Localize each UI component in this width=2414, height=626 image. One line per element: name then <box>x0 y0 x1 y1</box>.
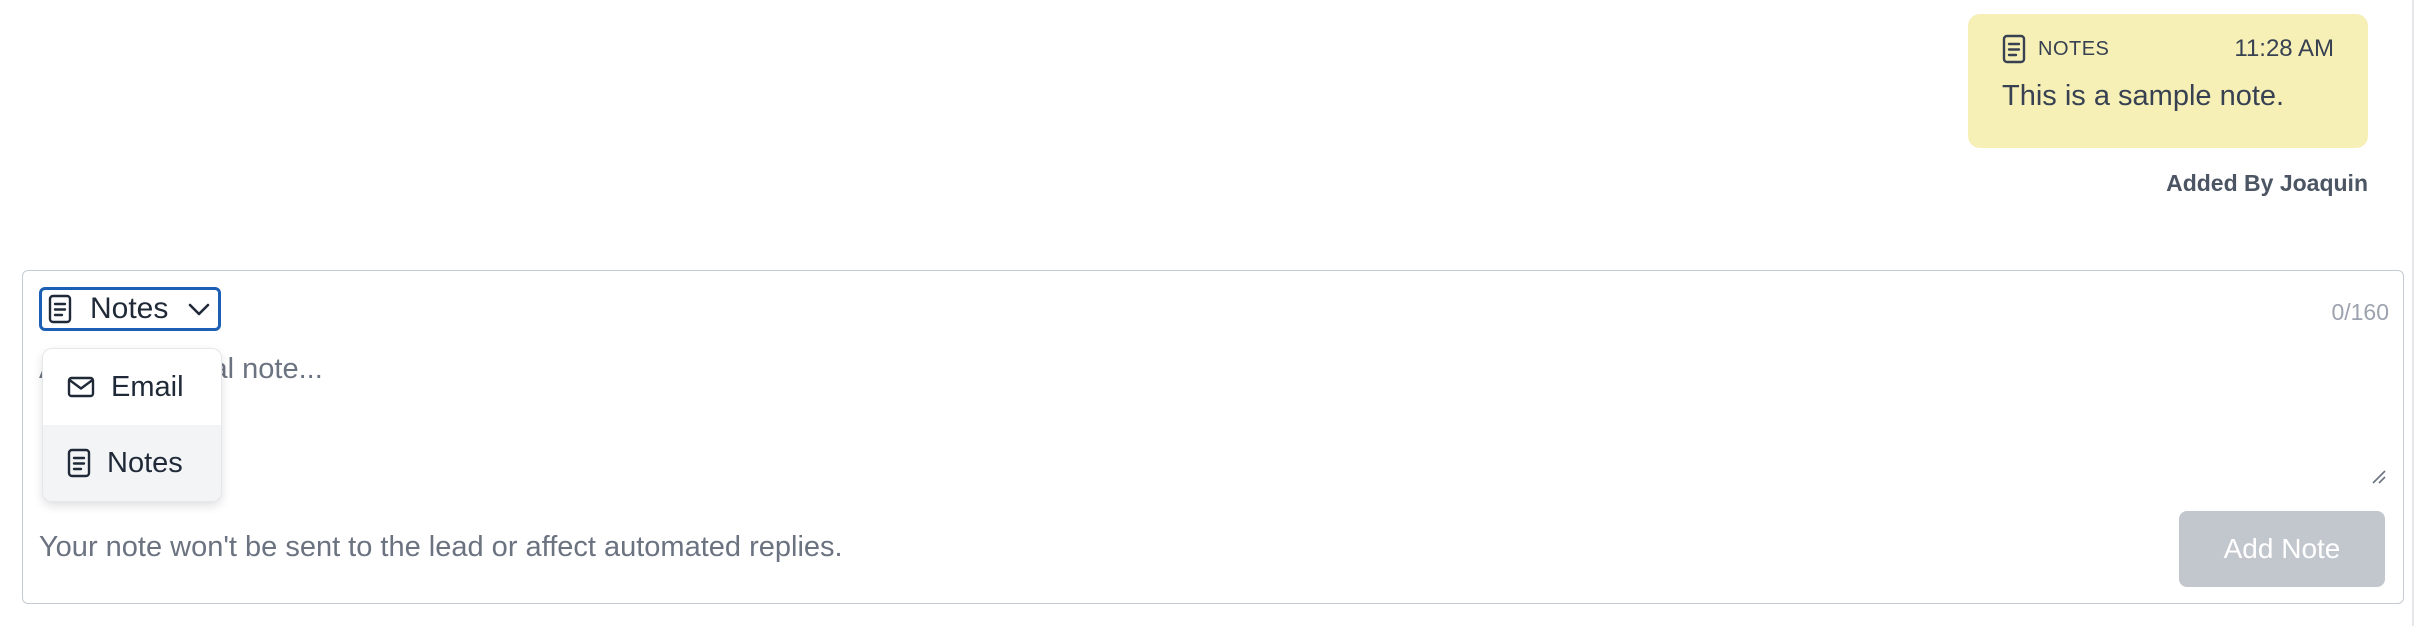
note-tag-label: NOTES <box>2038 37 2110 60</box>
note-tag: NOTES <box>2002 34 2109 64</box>
note-composer: Notes 0/160 Your note won't be sent to t… <box>22 270 2404 604</box>
dropdown-item-label: Email <box>111 370 184 403</box>
dropdown-item-notes[interactable]: Notes <box>43 425 221 501</box>
note-input[interactable] <box>39 353 2379 483</box>
message-type-select-label: Notes <box>90 292 169 325</box>
note-author: Added By Joaquin <box>2166 170 2368 196</box>
chevron-down-icon <box>186 298 212 320</box>
note-bubble: NOTES 11:28 AM This is a sample note. <box>1968 14 2368 148</box>
dropdown-item-email[interactable]: Email <box>43 349 221 425</box>
note-timestamp: 11:28 AM <box>2234 35 2334 62</box>
note-icon <box>67 448 91 478</box>
mail-icon <box>67 376 95 398</box>
note-icon <box>48 294 72 324</box>
character-count: 0/160 <box>2331 299 2389 325</box>
message-type-select[interactable]: Notes <box>39 287 221 331</box>
add-note-button[interactable]: Add Note <box>2179 511 2385 587</box>
dropdown-item-label: Notes <box>107 446 183 479</box>
message-type-dropdown: Email Notes <box>42 348 222 502</box>
helper-text: Your note won't be sent to the lead or a… <box>39 531 843 563</box>
note-icon <box>2002 34 2026 64</box>
note-text: This is a sample note. <box>2002 80 2285 112</box>
resize-handle-icon[interactable] <box>2371 469 2387 485</box>
note-bubble-header: NOTES 11:28 AM <box>2002 32 2334 66</box>
